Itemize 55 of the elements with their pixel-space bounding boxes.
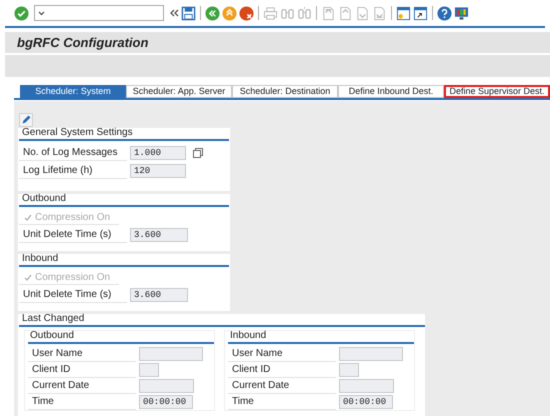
checkmark-icon xyxy=(24,214,32,222)
field-label: Current Date xyxy=(228,378,336,394)
input-field[interactable] xyxy=(339,347,403,361)
tab[interactable]: Define Inbound Dest. xyxy=(338,85,444,98)
field-label: Client ID xyxy=(28,362,136,378)
field-label: Time xyxy=(28,394,136,410)
dropdown-caret-icon xyxy=(38,10,45,16)
new-window-icon[interactable] xyxy=(396,6,411,20)
group-title: Outbound xyxy=(21,193,66,205)
monitor-icon[interactable] xyxy=(454,6,469,20)
input-field[interactable]: 1.000 xyxy=(130,146,186,160)
field-label: User Name xyxy=(28,346,136,362)
checkbox-label: Compression On xyxy=(35,211,110,225)
value-help-icon[interactable] xyxy=(193,148,203,158)
help-icon[interactable] xyxy=(437,6,452,20)
input-field[interactable]: 00:00:00 xyxy=(139,395,193,409)
shortcut-window-icon[interactable] xyxy=(413,6,428,20)
field-label: Client ID xyxy=(228,362,336,378)
input-field[interactable] xyxy=(139,363,159,377)
field-label: Time xyxy=(228,394,336,410)
tab[interactable]: Scheduler: App. Server xyxy=(126,85,232,98)
input-field[interactable] xyxy=(339,363,359,377)
input-field[interactable]: 3.600 xyxy=(130,288,188,302)
tab[interactable]: Scheduler: System xyxy=(20,85,126,98)
double-chevron-icon[interactable] xyxy=(169,8,179,18)
back-icon[interactable] xyxy=(205,6,220,20)
group-title: Outbound xyxy=(29,330,74,342)
input-field[interactable] xyxy=(139,347,203,361)
pencil-icon xyxy=(21,115,31,125)
field-label: Unit Delete Time (s) xyxy=(19,288,127,302)
field-label: Log Lifetime (h) xyxy=(19,164,127,178)
tab[interactable]: Define Supervisor Dest. xyxy=(444,85,550,98)
checkmark-icon xyxy=(24,274,32,282)
group-title: Inbound xyxy=(229,330,266,342)
group-title: Last Changed xyxy=(21,313,84,325)
screen-title: bgRFC Configuration xyxy=(17,34,148,52)
field-label: Current Date xyxy=(28,378,136,394)
exit-icon[interactable] xyxy=(222,6,237,20)
edit-button[interactable] xyxy=(19,113,33,127)
field-label: No. of Log Messages xyxy=(19,146,127,160)
input-field[interactable]: 00:00:00 xyxy=(339,395,393,409)
checkbox-label: Compression On xyxy=(35,271,110,285)
field-label: User Name xyxy=(228,346,336,362)
group-title: General System Settings xyxy=(21,127,133,139)
field-label: Unit Delete Time (s) xyxy=(19,228,127,242)
input-field[interactable] xyxy=(139,379,194,393)
input-field[interactable]: 3.600 xyxy=(130,228,188,242)
input-field[interactable]: 120 xyxy=(130,164,186,178)
group-title: Inbound xyxy=(21,253,58,265)
command-field[interactable] xyxy=(34,5,164,21)
tab[interactable]: Scheduler: Destination xyxy=(232,85,338,98)
save-icon[interactable] xyxy=(181,6,196,20)
cancel-icon[interactable] xyxy=(239,6,254,20)
enter-icon[interactable] xyxy=(14,6,29,20)
input-field[interactable] xyxy=(339,379,394,393)
